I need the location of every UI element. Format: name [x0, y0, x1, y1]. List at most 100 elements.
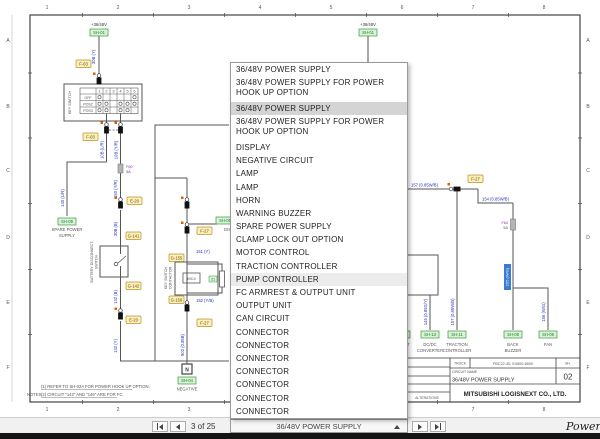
menu-item[interactable]: 36/48V POWER SUPPLY [231, 63, 407, 76]
highlighted-wire-label: 155 (W/G) [504, 264, 511, 290]
notes-label: NOTES [27, 392, 42, 397]
sheet-ref: SH-08 [542, 332, 555, 337]
key-switch-row: POS2 [83, 102, 93, 106]
menu-item[interactable]: 36/48V POWER SUPPLY FOR POWER HOOK UP OP… [231, 76, 407, 102]
connector-ref: E-20 [129, 318, 139, 323]
note-line: (1) REFER TO SH-02A FOR POWER HOOK UP OP… [41, 384, 150, 389]
wire-label: 142 (Y) [113, 339, 118, 353]
menu-item[interactable]: 36/48V POWER SUPPLY FOR POWER HOOK UP OP… [231, 115, 407, 141]
alterations-label: ALTERATIONS [415, 396, 439, 400]
sheet-select-menu: 36/48V POWER SUPPLY 36/48V POWER SUPPLY … [230, 62, 408, 419]
wire-label: 152 (Y/B) [196, 298, 214, 303]
margin-row: F [6, 365, 9, 371]
supply-label: +36/48V [360, 22, 376, 27]
menu-item[interactable]: FC ARMREST & OUTPUT UNIT [231, 286, 407, 299]
dest-label: CONTROLLER [443, 348, 472, 353]
menu-item[interactable]: LAMP [231, 167, 407, 180]
menu-item[interactable]: HORN [231, 194, 407, 207]
margin-col: 8 [543, 5, 546, 11]
menu-item[interactable]: CONNECTOR [231, 326, 407, 339]
margin-col: 2 [117, 5, 120, 11]
menu-item[interactable]: CONNECTOR [231, 378, 407, 391]
wire-label: 146 (0.85G/Y) [423, 298, 428, 325]
negative-terminal: N [181, 363, 193, 375]
next-page-button[interactable] [412, 421, 428, 432]
menu-item-selected[interactable]: 36/48V POWER SUPPLY [231, 101, 407, 116]
truck-model: FBC22-30; E4500-6500 [493, 362, 533, 366]
menu-item[interactable]: OUTPUT UNIT [231, 299, 407, 312]
menu-item[interactable]: LAMP [231, 181, 407, 194]
margin-col: 7 [472, 5, 475, 11]
sheet-ref: SH-01 [93, 30, 106, 35]
menu-item[interactable]: NEGATIVE CIRCUIT [231, 154, 407, 167]
connector-ref: E-20 [130, 199, 140, 204]
wire-label: 30B (Y) [91, 49, 96, 64]
sheet-selector-button[interactable]: 36/48V POWER SUPPLY [230, 419, 408, 433]
wire-label-highlight: 155 (W/G) [505, 267, 510, 286]
battery-switch-label: BATTERY DISCONNECT [90, 241, 94, 283]
first-page-button[interactable] [152, 421, 168, 432]
battery-disconnect-switch: BATTERY DISCONNECT SWITCH [90, 241, 129, 283]
wire-label: 10B (Y/R) [114, 140, 119, 159]
menu-item[interactable]: CONNECTOR [231, 365, 407, 378]
contactor-coil-label: MC4 [187, 276, 196, 281]
sheet-ref: SH-09 [61, 219, 74, 224]
wire-label: 150 (Y/R) [113, 179, 118, 198]
key-switch-row: POS3 [83, 109, 93, 113]
menu-item[interactable]: CONNECTOR [231, 352, 407, 365]
previous-page-icon [176, 423, 180, 430]
dest-label: CONVERTER [417, 348, 443, 353]
dest-label: BACK [507, 342, 519, 347]
contactor-label: CONTACTOR [169, 266, 173, 289]
margin-row: E [6, 300, 10, 306]
supply-label: +36/48V [91, 22, 107, 27]
circuit-name: 36/48V POWER SUPPLY [452, 378, 515, 384]
margin-col: 3 [188, 407, 191, 413]
margin-row: A [586, 38, 590, 44]
margin-col: 8 [543, 407, 546, 413]
connector-ref: F-27 [471, 177, 480, 182]
page-indicator: 3 of 25 [191, 422, 216, 431]
connector-ref: F-27 [200, 229, 209, 234]
dest-label: BUZZER [505, 348, 522, 353]
margin-row: C [586, 168, 590, 174]
menu-item[interactable]: WARNING BUZZER [231, 207, 407, 220]
first-page-icon [156, 423, 159, 430]
key-switch-col: 1 [98, 89, 101, 94]
sheet-ref: SH-08 [507, 332, 520, 337]
key-switch-col: 5 [126, 89, 129, 94]
menu-item[interactable]: CONNECTOR [231, 392, 407, 405]
connector-ref: F-03 [86, 135, 95, 140]
fuse-name: F64 [501, 221, 508, 225]
menu-item-hovered[interactable]: PUMP CONTROLLER [231, 272, 407, 287]
negative-label: NEGATIVE [177, 387, 198, 392]
truck-label: TRUCK [454, 362, 467, 366]
menu-item[interactable]: MOTOR CONTROL [231, 246, 407, 259]
menu-item[interactable]: CONNECTOR [231, 339, 407, 352]
last-page-button[interactable] [430, 421, 446, 432]
connector-ref: G-156 [171, 298, 183, 303]
connector-ref: F-27 [200, 321, 209, 326]
connector-ref: F-03 [79, 62, 88, 67]
menu-item[interactable]: DISPLAY [231, 141, 407, 154]
menu-item[interactable]: CAN CIRCUIT [231, 312, 407, 325]
circuit-name-label: CIRCUIT NAME [452, 370, 478, 374]
margin-col: 5 [330, 5, 333, 11]
menu-item[interactable]: CLAMP LOCK OUT OPTION [231, 233, 407, 246]
sheet-label: SH. [565, 362, 571, 366]
margin-row: B [586, 104, 590, 110]
margin-col: 3 [188, 5, 191, 11]
connector-ref: G-155 [171, 256, 183, 261]
menu-item[interactable]: TRACTION CONTROLLER [231, 260, 407, 273]
contactor-aux-label: Z1 [211, 278, 215, 282]
previous-page-button[interactable] [170, 421, 186, 432]
margin-col: 1 [46, 5, 49, 11]
menu-item[interactable]: CONNECTOR [231, 405, 407, 418]
wire-label: 142 (B) [113, 290, 118, 304]
menu-item[interactable]: SPARE POWER SUPPLY [231, 220, 407, 233]
dest-label: TRACTION [446, 342, 467, 347]
fuse-rating: 5A [126, 170, 131, 174]
key-switch [63, 83, 143, 122]
pager-toolbar: 3 of 25 36/48V POWER SUPPLY Powere [0, 417, 600, 434]
sheet-ref: SH-01 [362, 30, 375, 35]
